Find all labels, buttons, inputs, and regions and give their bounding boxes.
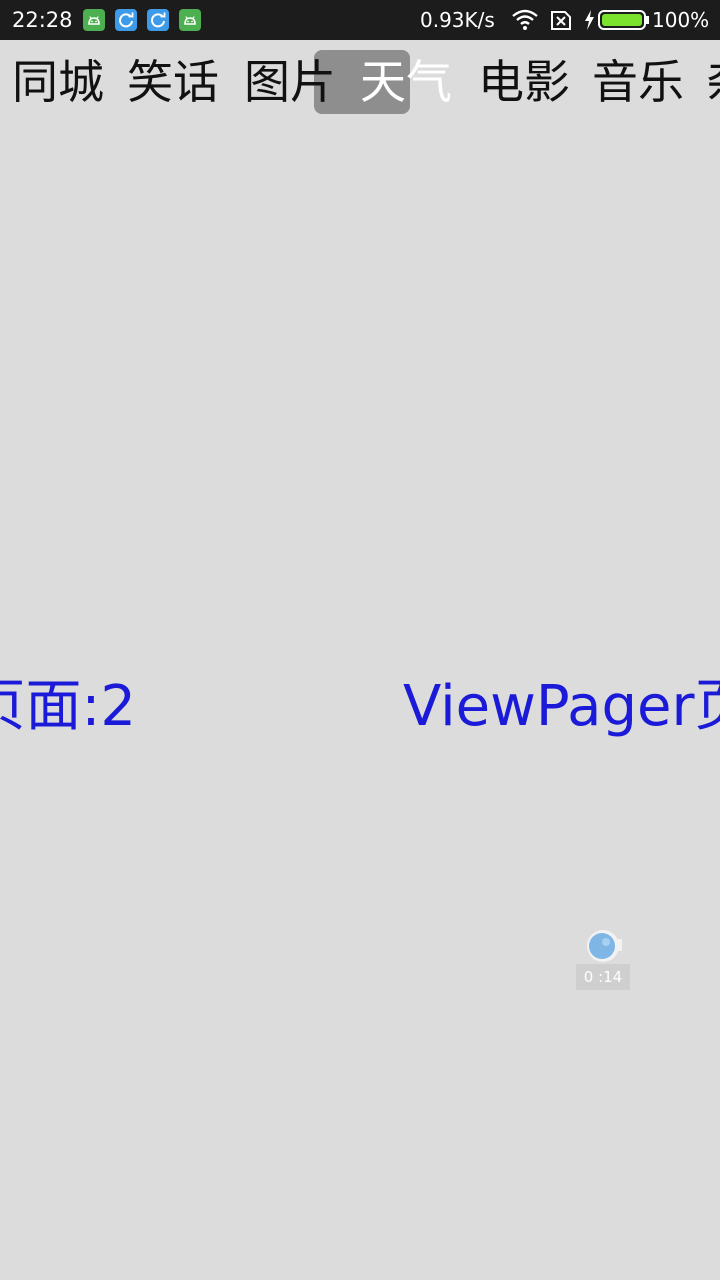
tab-next[interactable]: 杂 [706, 52, 720, 112]
pager-page-text-right: ViewPager页面:3 [403, 674, 720, 739]
tab-movies[interactable]: 电影 [478, 52, 570, 112]
charging-icon [582, 8, 596, 36]
record-icon[interactable] [576, 928, 630, 964]
battery-percent: 100% [652, 8, 710, 32]
tab-strip[interactable]: 同城 笑话 图片 天气 电影 音乐 杂 [0, 40, 720, 126]
network-speed: 0.93K/s [420, 8, 495, 32]
no-sim-icon [550, 8, 572, 36]
android-icon [179, 9, 201, 31]
sync-icon [147, 9, 169, 31]
tab-jokes[interactable]: 笑话 [127, 52, 219, 112]
tab-weather[interactable]: 天气 [360, 52, 452, 112]
pager-page-text-left: ViewPager页面:2 [0, 674, 136, 739]
android-icon [83, 9, 105, 31]
tab-music[interactable]: 音乐 [592, 52, 684, 112]
tab-local[interactable]: 同城 [12, 52, 104, 112]
view-pager[interactable]: ViewPager页面:2 ViewPager页面:3 [0, 126, 720, 1280]
screen-recorder-widget[interactable]: 0 :14 [576, 928, 630, 990]
wifi-icon [511, 8, 539, 36]
battery-icon [598, 10, 650, 34]
tab-pictures[interactable]: 图片 [244, 52, 336, 112]
status-bar: 22:28 0.93K/s 100% [0, 0, 720, 40]
status-time: 22:28 [12, 8, 73, 32]
sync-icon [115, 9, 137, 31]
recording-elapsed-time: 0 :14 [576, 964, 630, 990]
